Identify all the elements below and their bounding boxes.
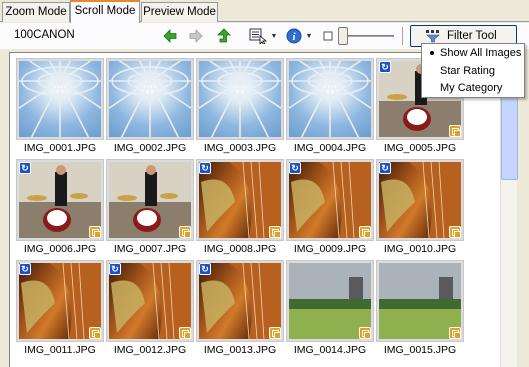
menu-item-label: My Category [440,82,503,94]
thumbnail-frame[interactable]: ↻ [16,260,104,342]
transfer-badge-icon [179,226,191,238]
rotate-badge-icon: ↻ [109,263,121,275]
thumbnail-image[interactable] [109,61,191,137]
transfer-badge-icon [449,226,461,238]
rotate-badge-icon: ↻ [19,162,31,174]
transfer-badge-icon [179,327,191,339]
menu-item-show-all-images[interactable]: Show All Images [422,45,524,61]
thumbnail-frame[interactable] [286,58,374,140]
tab-zoom-mode[interactable]: Zoom Mode [2,2,70,22]
thumbnail-filename: IMG_0013.JPG [203,344,277,356]
menu-item-label: Show All Images [440,47,522,59]
thumbnail-frame[interactable]: ↻ [106,260,194,342]
thumbnail-item[interactable]: ↻ IMG_0013.JPG [196,260,284,359]
thumbnail-item[interactable]: ↻ IMG_0010.JPG [376,159,464,258]
thumbnail-item[interactable]: IMG_0001.JPG [16,58,104,157]
transfer-badge-icon [359,226,371,238]
thumbnail-item[interactable]: IMG_0015.JPG [376,260,464,359]
thumbnail-item[interactable]: ↻ IMG_0008.JPG [196,159,284,258]
thumbnail-filename: IMG_0008.JPG [203,243,277,255]
info-icon[interactable]: i [284,26,304,46]
thumbnail-frame[interactable]: ↻ [196,260,284,342]
thumbnail-item[interactable]: ↻ IMG_0011.JPG [16,260,104,359]
thumbnail-frame[interactable] [16,58,104,140]
thumbnail-frame[interactable]: ↻ [196,159,284,241]
thumbnail-filename: IMG_0003.JPG [203,142,277,154]
transfer-badge-icon [449,125,461,137]
thumbnail-grid: IMG_0001.JPG IMG_0002.JPG IMG_0003.JPG IMG_… [9,52,500,367]
forward-arrow-icon[interactable] [186,26,206,46]
transfer-badge-icon [269,226,281,238]
thumbnail-image[interactable] [199,61,281,137]
menu-item-star-rating[interactable]: Star Rating [422,63,524,79]
menu-item-label: Star Rating [440,65,496,77]
select-icon[interactable] [248,26,268,46]
thumbnail-frame[interactable] [106,58,194,140]
thumbnail-filename: IMG_0004.JPG [293,142,367,154]
filter-icon [425,29,441,43]
rotate-badge-icon: ↻ [19,263,31,275]
filter-tool-label: Filter Tool [447,30,497,42]
thumbnail-filename: IMG_0014.JPG [293,344,367,356]
thumbnail-frame[interactable] [286,260,374,342]
thumbnail-item[interactable]: ↻ IMG_0006.JPG [16,159,104,258]
transfer-badge-icon [359,327,371,339]
tab-preview-mode[interactable]: Preview Mode [141,2,218,22]
thumbnail-frame[interactable] [196,58,284,140]
tab-scroll-mode[interactable]: Scroll Mode [70,0,140,23]
thumbnail-filename: IMG_0015.JPG [383,344,457,356]
vertical-scrollbar[interactable] [500,52,518,367]
rotate-badge-icon: ↻ [199,263,211,275]
mode-tabs: Zoom Mode Scroll Mode Preview Mode [0,0,529,23]
thumbnail-item[interactable]: ↻ IMG_0012.JPG [106,260,194,359]
thumbnail-item[interactable]: IMG_0004.JPG [286,58,374,157]
rotate-badge-icon: ↻ [379,61,391,73]
thumbnail-frame[interactable]: ↻ [376,159,464,241]
thumbnail-item[interactable]: ↻ IMG_0009.JPG [286,159,374,258]
thumbnail-frame[interactable] [106,159,194,241]
selected-bullet-icon [430,51,434,55]
thumbnail-size-small-icon [318,26,338,46]
filter-menu: Show All Images Star Rating My Category [421,43,525,98]
rotate-badge-icon: ↻ [289,162,301,174]
thumbnail-image[interactable] [289,61,371,137]
thumbnail-item[interactable]: IMG_0003.JPG [196,58,284,157]
thumbnail-item[interactable]: IMG_0007.JPG [106,159,194,258]
thumbnail-filename: IMG_0012.JPG [113,344,187,356]
thumbnail-filename: IMG_0009.JPG [293,243,367,255]
thumbnail-filename: IMG_0002.JPG [113,142,187,154]
up-folder-icon[interactable] [214,26,234,46]
thumbnail-filename: IMG_0010.JPG [383,243,457,255]
info-dropdown-icon[interactable]: ▼ [305,26,313,46]
thumbnail-image[interactable] [19,61,101,137]
thumbnail-frame[interactable]: ↻ [16,159,104,241]
thumbnail-filename: IMG_0001.JPG [23,142,97,154]
thumbnail-frame[interactable] [376,260,464,342]
thumbnail-filename: IMG_0006.JPG [23,243,97,255]
transfer-badge-icon [89,327,101,339]
rotate-badge-icon: ↻ [199,162,211,174]
toolbar-separator [402,27,403,45]
menu-item-my-category[interactable]: My Category [422,80,524,96]
folder-name: 100CANON [14,29,75,41]
thumbnail-item[interactable]: IMG_0014.JPG [286,260,374,359]
transfer-badge-icon [449,327,461,339]
back-arrow-icon[interactable] [160,26,180,46]
zoom-slider-thumb[interactable] [338,27,348,45]
thumbnail-frame[interactable]: ↻ [286,159,374,241]
transfer-badge-icon [89,226,101,238]
transfer-badge-icon [269,327,281,339]
thumbnail-filename: IMG_0007.JPG [113,243,187,255]
thumbnail-filename: IMG_0005.JPG [383,142,457,154]
select-dropdown-icon[interactable]: ▼ [270,26,278,46]
thumbnail-filename: IMG_0011.JPG [24,344,96,356]
thumbnail-item[interactable]: IMG_0002.JPG [106,58,194,157]
rotate-badge-icon: ↻ [379,162,391,174]
